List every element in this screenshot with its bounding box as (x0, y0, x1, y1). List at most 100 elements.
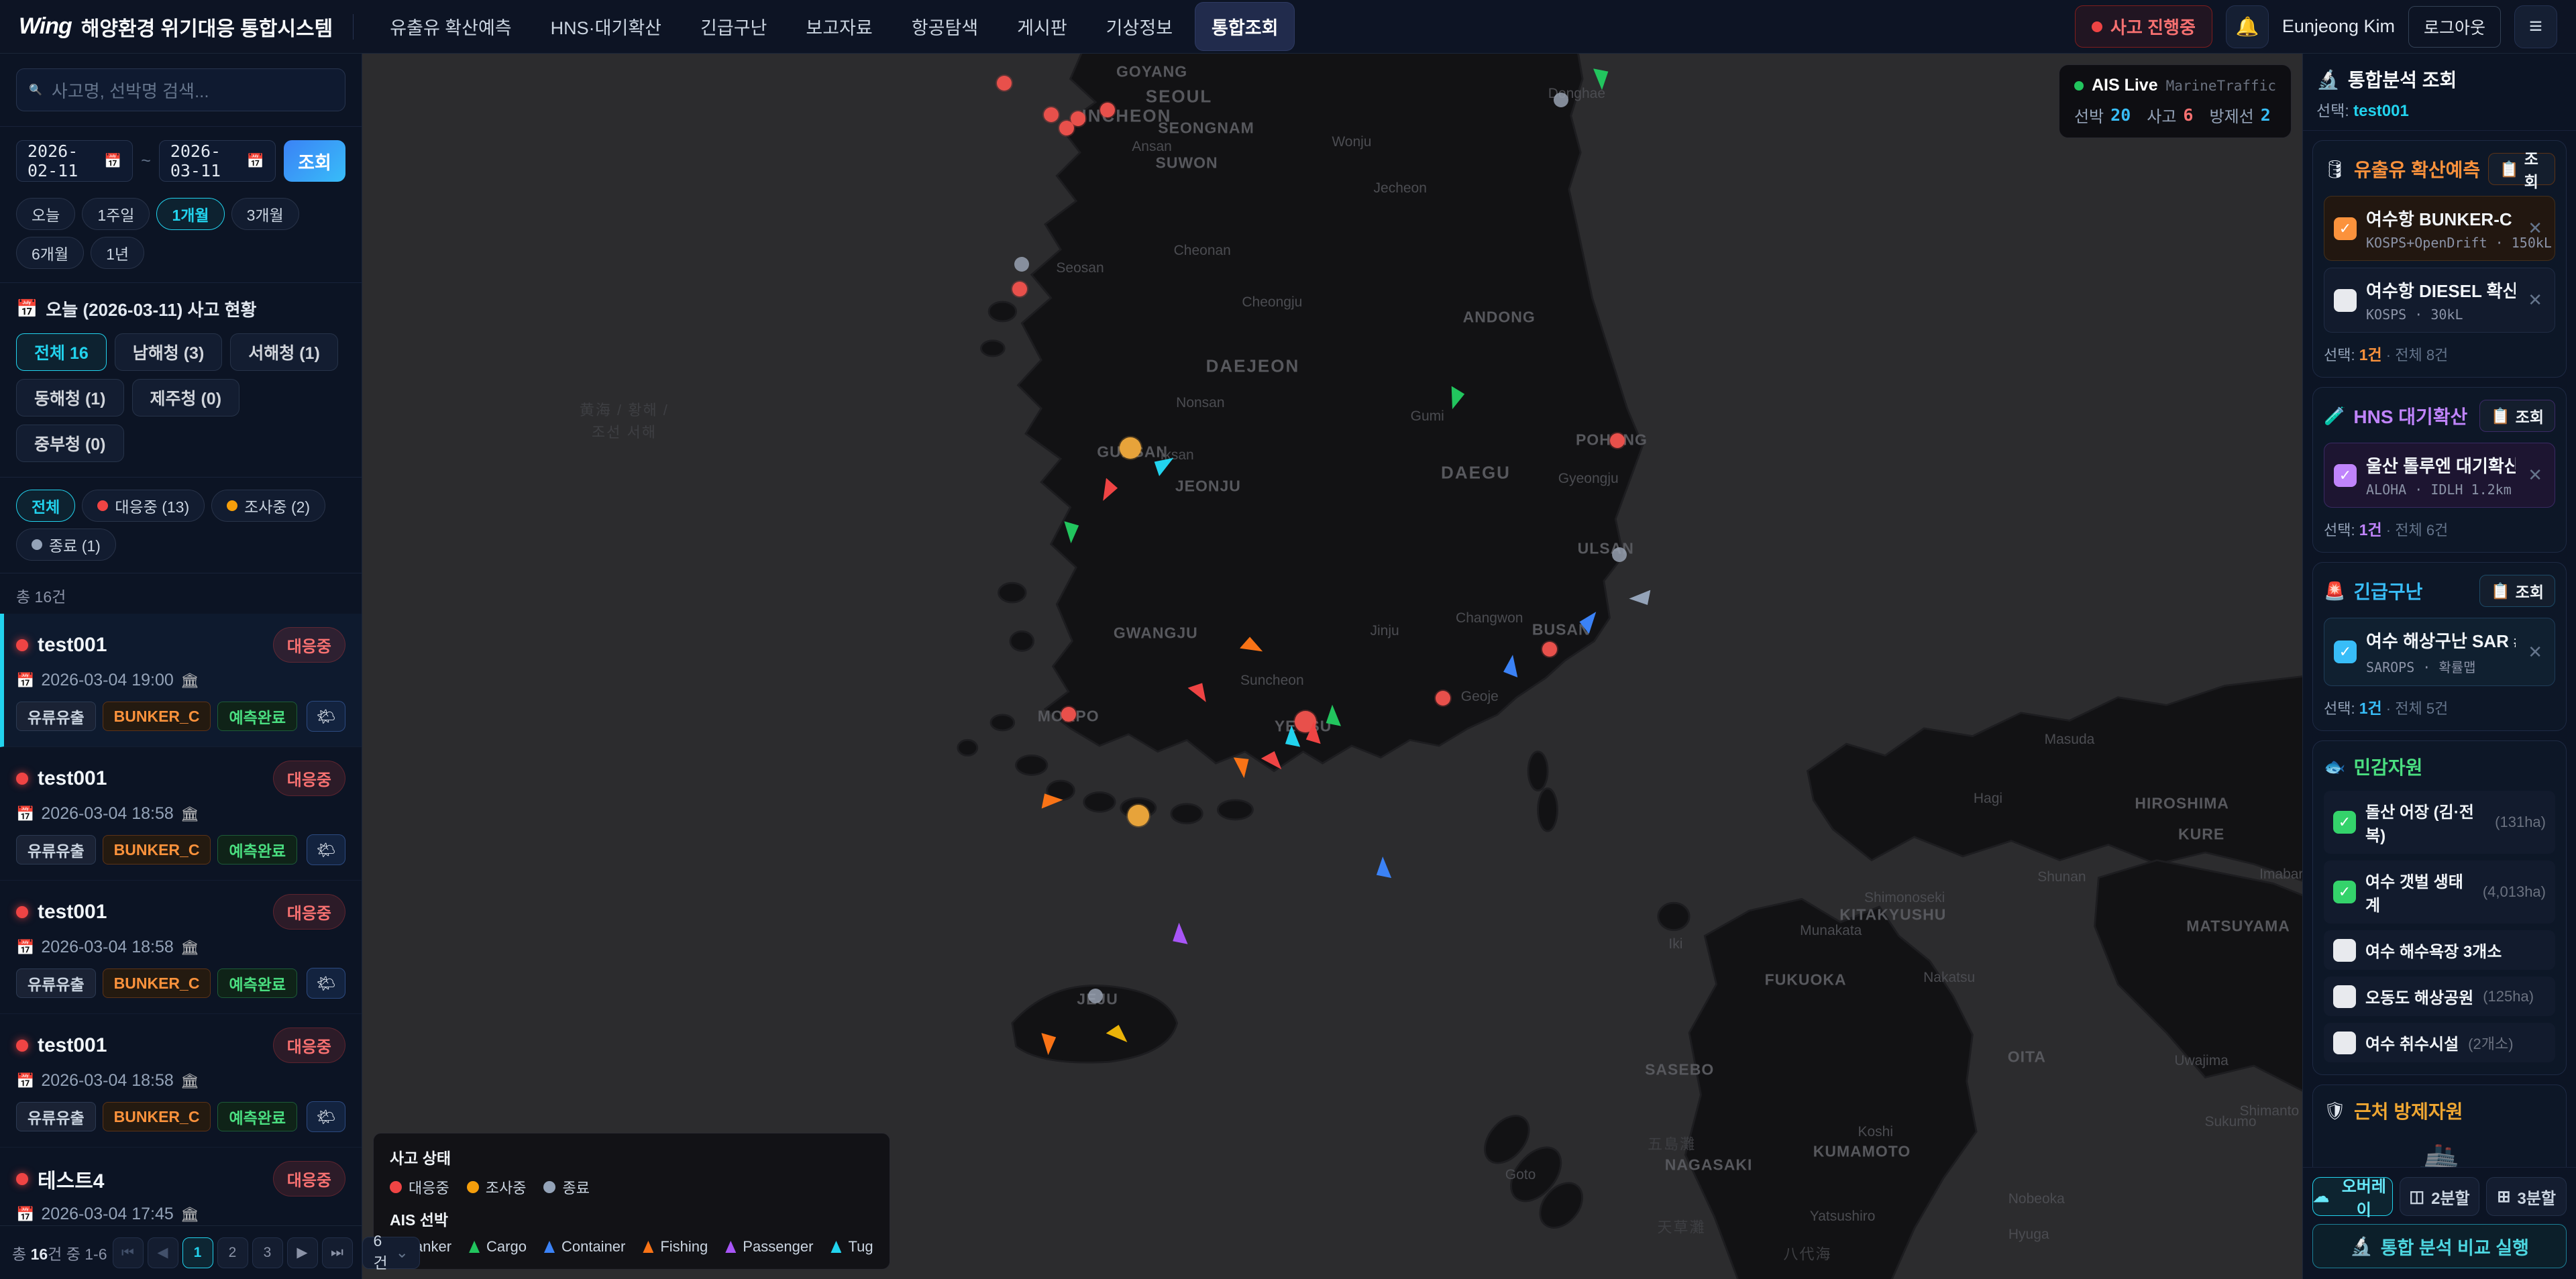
resource-item[interactable]: ✓여수 갯벌 생태계(4,013ha) (2324, 860, 2555, 924)
nav-item-긴급구난[interactable]: 긴급구난 (684, 3, 783, 50)
pagination-last-button[interactable]: ⏭ (322, 1237, 353, 1268)
status-filter-chip[interactable]: 종료 (1) (16, 529, 116, 561)
incident-card[interactable]: test001대응중📅2026-03-04 18:58🏛유류유출BUNKER_C… (0, 881, 362, 1014)
incident-card[interactable]: test001대응중📅2026-03-04 18:58🏛유류유출BUNKER_C… (0, 1014, 362, 1148)
pagination-next-button[interactable]: ▶ (287, 1237, 318, 1268)
ship-marker[interactable] (1374, 856, 1391, 878)
incident-marker-active[interactable] (1044, 107, 1059, 122)
item-checkbox[interactable]: ✓ (2333, 811, 2356, 834)
pagination-page-2[interactable]: 2 (217, 1237, 248, 1268)
region-chip[interactable]: 중부청 (0) (16, 425, 124, 462)
resource-item[interactable]: 오동도 해상공원(125ha) (2324, 977, 2555, 1016)
status-filter-chip[interactable]: 조사중 (2) (211, 490, 325, 522)
weather-button[interactable]: 🌤 (307, 834, 345, 865)
nav-item-항공탐색[interactable]: 항공탐색 (896, 3, 994, 50)
page-size-select[interactable]: 6건 ⌄ (362, 1237, 420, 1269)
incident-marker-closed[interactable] (1612, 547, 1627, 562)
view-button-2분할[interactable]: ◫2분할 (2400, 1177, 2480, 1216)
close-icon[interactable]: ✕ (2525, 290, 2545, 311)
view-button-3분할[interactable]: ⊞3분할 (2486, 1177, 2567, 1216)
ship-marker[interactable] (1041, 791, 1063, 808)
view-button-오버레이[interactable]: ☁오버레이 (2312, 1177, 2393, 1216)
analysis-item[interactable]: ✓여수항 BUNKER-C 확산KOSPS+OpenDrift · 150kL✕ (2324, 196, 2555, 261)
close-icon[interactable]: ✕ (2525, 218, 2545, 239)
menu-button[interactable]: ≡ (2514, 5, 2557, 48)
item-checkbox[interactable]: ✓ (2334, 641, 2357, 663)
incident-marker-active[interactable] (1059, 121, 1074, 135)
logout-button[interactable]: 로그아웃 (2408, 6, 2501, 48)
incident-marker-closed[interactable] (1088, 989, 1103, 1003)
close-icon[interactable]: ✕ (2525, 465, 2545, 486)
ship-marker[interactable] (1039, 1033, 1059, 1056)
item-checkbox[interactable]: ✓ (2334, 217, 2357, 240)
resource-item[interactable]: ✓돌산 어장 (김·전복)(131ha) (2324, 791, 2555, 854)
close-icon[interactable]: ✕ (2525, 642, 2545, 663)
incident-card[interactable]: 테스트4대응중📅2026-03-04 17:45🏛유류유출BUNKER_C예측완… (0, 1148, 362, 1225)
pagination-first-button[interactable]: ⏮ (113, 1237, 144, 1268)
nav-item-HNS·대기확산[interactable]: HNS·대기확산 (535, 3, 678, 50)
ship-marker[interactable] (1234, 757, 1253, 779)
pagination-prev-button[interactable]: ◀ (148, 1237, 178, 1268)
ship-marker[interactable] (1171, 923, 1188, 944)
weather-button[interactable]: 🌤 (307, 1101, 345, 1132)
nav-item-보고자료[interactable]: 보고자료 (790, 3, 888, 50)
analysis-item[interactable]: 여수항 DIESEL 확산KOSPS · 30kL✕ (2324, 268, 2555, 333)
date-to-input[interactable]: 2026-03-11 📅 (159, 140, 276, 182)
date-query-button[interactable]: 조회 (284, 140, 345, 182)
incident-marker-active[interactable] (1100, 103, 1115, 117)
incident-marker-active[interactable] (1061, 707, 1076, 722)
incident-marker-active[interactable] (1436, 691, 1450, 706)
resource-item[interactable]: 여수 해수욕장 3개소 (2324, 930, 2555, 970)
run-analysis-button[interactable]: 🔬 통합 분석 비교 실행 (2312, 1224, 2567, 1268)
incident-marker-active[interactable] (1542, 642, 1557, 657)
incident-marker-invest[interactable] (1120, 437, 1141, 459)
region-chip[interactable]: 전체 16 (16, 333, 107, 371)
panel-query-button[interactable]: 📋조회 (2479, 575, 2555, 607)
incident-marker-closed[interactable] (1554, 93, 1568, 107)
analysis-item[interactable]: ✓여수 해상구난 SAR #12SAROPS · 확률맵✕ (2324, 618, 2555, 686)
notifications-button[interactable]: 🔔 (2226, 5, 2269, 48)
incident-marker-invest[interactable] (1128, 805, 1149, 826)
quick-range-6개월[interactable]: 6개월 (16, 237, 84, 269)
item-checkbox[interactable] (2333, 939, 2356, 962)
quick-range-3개월[interactable]: 3개월 (231, 198, 299, 230)
incident-card[interactable]: test001대응중📅2026-03-04 19:00🏛유류유출BUNKER_C… (0, 614, 362, 747)
ship-marker[interactable] (1283, 726, 1300, 747)
pagination-page-3[interactable]: 3 (252, 1237, 283, 1268)
ship-marker[interactable] (1324, 705, 1341, 726)
nav-item-유출유 확산예측[interactable]: 유출유 확산예측 (374, 3, 527, 50)
item-checkbox[interactable] (2333, 985, 2356, 1008)
quick-range-1주일[interactable]: 1주일 (82, 198, 150, 230)
incident-card[interactable]: test001대응중📅2026-03-04 18:58🏛유류유출BUNKER_C… (0, 747, 362, 881)
weather-button[interactable]: 🌤 (307, 701, 345, 732)
ship-marker[interactable] (1593, 68, 1611, 90)
nav-item-기상정보[interactable]: 기상정보 (1090, 3, 1189, 50)
date-from-input[interactable]: 2026-02-11 📅 (16, 140, 133, 182)
pagination-page-1[interactable]: 1 (182, 1237, 213, 1268)
quick-range-1개월[interactable]: 1개월 (156, 198, 224, 230)
ship-marker[interactable] (1501, 653, 1521, 677)
panel-query-button[interactable]: 📋조회 (2488, 153, 2555, 185)
region-chip[interactable]: 동해청 (1) (16, 379, 124, 416)
resource-item[interactable]: 여수 취수시설(2개소) (2324, 1023, 2555, 1062)
item-checkbox[interactable]: ✓ (2334, 464, 2357, 487)
nav-item-통합조회[interactable]: 통합조회 (1195, 3, 1294, 50)
region-chip[interactable]: 제주청 (0) (132, 379, 240, 416)
status-filter-chip[interactable]: 대응중 (13) (82, 490, 205, 522)
analysis-item[interactable]: ✓울산 톨루엔 대기확산ALOHA · IDLH 1.2km✕ (2324, 443, 2555, 508)
region-chip[interactable]: 서해청 (1) (230, 333, 338, 371)
ship-marker[interactable] (1063, 521, 1082, 544)
map-canvas[interactable]: GOYANGSEOULINCHEONSEONGNAMDonghaeAnsanSU… (362, 54, 2302, 1279)
incident-marker-active[interactable] (1012, 282, 1027, 296)
status-filter-chip[interactable]: 전체 (16, 490, 75, 522)
panel-query-button[interactable]: 📋조회 (2479, 400, 2555, 432)
ship-marker[interactable] (1629, 590, 1650, 608)
quick-range-오늘[interactable]: 오늘 (16, 198, 75, 230)
nav-item-게시판[interactable]: 게시판 (1001, 3, 1083, 50)
quick-range-1년[interactable]: 1년 (91, 237, 144, 269)
incident-marker-closed[interactable] (1014, 257, 1029, 272)
item-checkbox[interactable] (2333, 1032, 2356, 1054)
item-checkbox[interactable] (2334, 289, 2357, 312)
weather-button[interactable]: 🌤 (307, 968, 345, 999)
ship-marker[interactable] (1303, 721, 1323, 744)
